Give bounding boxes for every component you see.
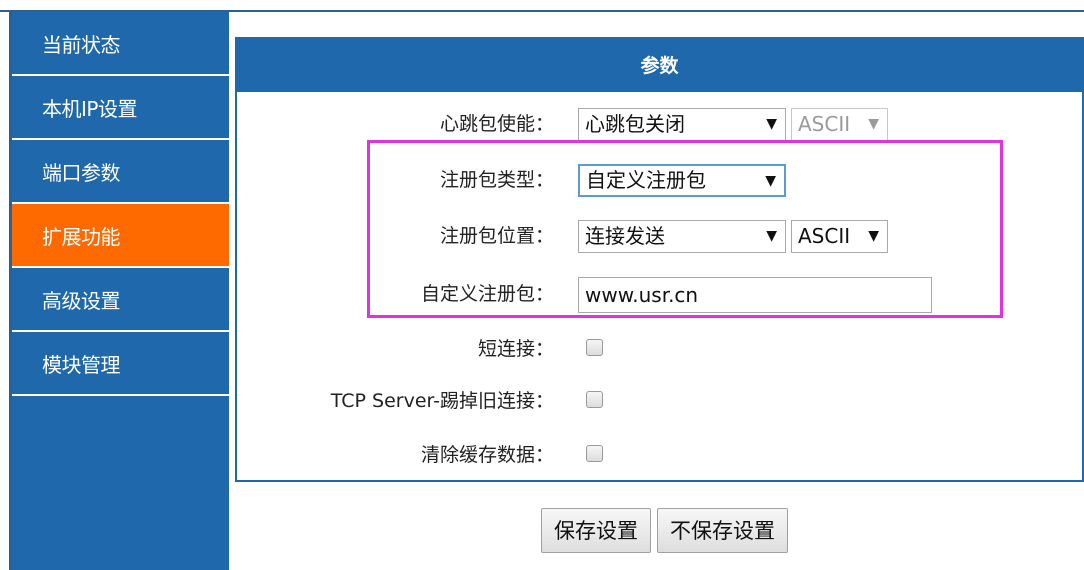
clear-cache-row: 清除缓存数据：	[237, 435, 1082, 475]
register-position-encoding-select[interactable]: ASCII ▼	[791, 220, 888, 253]
sidebar-item-status[interactable]: 当前状态	[12, 12, 229, 76]
sidebar-item-advanced-settings[interactable]: 高级设置	[12, 268, 229, 332]
chevron-down-icon: ▼	[868, 228, 879, 244]
sidebar-item-extended-functions[interactable]: 扩展功能	[12, 204, 229, 268]
register-type-row: 注册包类型： 自定义注册包 ▼	[237, 160, 1082, 200]
tcp-kick-checkbox[interactable]	[586, 391, 603, 408]
custom-register-row: 自定义注册包： www.usr.cn	[237, 274, 1082, 314]
chevron-down-icon: ▼	[868, 116, 879, 132]
clear-cache-label: 清除缓存数据：	[420, 444, 554, 466]
register-position-encoding-value: ASCII	[798, 224, 851, 248]
sidebar: 当前状态 本机IP设置 端口参数 扩展功能 高级设置 模块管理	[12, 12, 229, 570]
top-frame-border	[0, 0, 1084, 12]
tcp-kick-label: TCP Server-踢掉旧连接：	[330, 390, 554, 412]
chevron-down-icon: ▼	[765, 173, 776, 189]
heartbeat-label: 心跳包使能：	[439, 113, 554, 135]
tcp-kick-row: TCP Server-踢掉旧连接：	[237, 381, 1082, 421]
discard-button[interactable]: 不保存设置	[657, 508, 788, 553]
sidebar-item-ip-settings[interactable]: 本机IP设置	[12, 76, 229, 140]
sidebar-item-label: 模块管理	[42, 353, 121, 377]
sidebar-item-label: 扩展功能	[42, 225, 121, 249]
register-type-select[interactable]: 自定义注册包 ▼	[578, 164, 786, 197]
short-connection-row: 短连接：	[237, 329, 1082, 369]
register-type-select-value: 自定义注册包	[586, 168, 706, 192]
sidebar-item-label: 当前状态	[42, 33, 121, 57]
sidebar-item-label: 端口参数	[42, 161, 121, 185]
params-panel: 参数 心跳包使能： 心跳包关闭 ▼ ASCII ▼ 注册包类型： 自定义注册包 …	[235, 37, 1084, 482]
register-position-label: 注册包位置：	[439, 225, 554, 247]
custom-register-input[interactable]: www.usr.cn	[578, 277, 932, 313]
chevron-down-icon: ▼	[766, 116, 777, 132]
heartbeat-encoding-value: ASCII	[798, 112, 851, 136]
heartbeat-select-value: 心跳包关闭	[585, 112, 685, 136]
custom-register-label: 自定义注册包：	[420, 283, 554, 305]
register-position-row: 注册包位置： 连接发送 ▼ ASCII ▼	[237, 216, 1082, 256]
heartbeat-encoding-select: ASCII ▼	[791, 108, 888, 141]
sidebar-item-port-params[interactable]: 端口参数	[12, 140, 229, 204]
clear-cache-checkbox[interactable]	[586, 445, 603, 462]
heartbeat-row: 心跳包使能： 心跳包关闭 ▼ ASCII ▼	[237, 104, 1082, 144]
save-button[interactable]: 保存设置	[541, 508, 651, 553]
register-position-select-value: 连接发送	[585, 224, 665, 248]
register-position-select[interactable]: 连接发送 ▼	[578, 220, 786, 253]
short-connection-checkbox[interactable]	[586, 339, 603, 356]
sidebar-item-label: 高级设置	[42, 289, 121, 313]
chevron-down-icon: ▼	[766, 228, 777, 244]
left-frame-border	[0, 12, 12, 570]
panel-title: 参数	[237, 39, 1082, 92]
sidebar-item-label: 本机IP设置	[42, 97, 137, 121]
heartbeat-select[interactable]: 心跳包关闭 ▼	[578, 108, 786, 141]
register-type-label: 注册包类型：	[439, 169, 554, 191]
sidebar-item-module-management[interactable]: 模块管理	[12, 332, 229, 396]
short-connection-label: 短连接：	[477, 338, 554, 360]
